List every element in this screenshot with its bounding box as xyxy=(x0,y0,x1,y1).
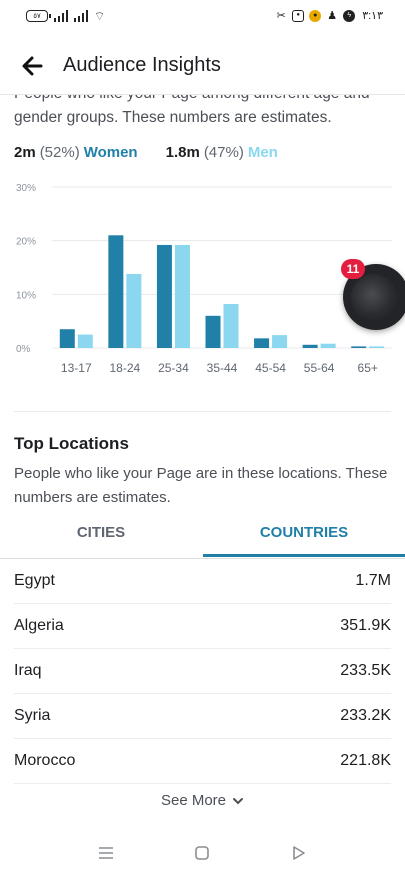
list-item: Iraq 233.5K xyxy=(14,649,391,694)
women-label: Women xyxy=(83,144,138,161)
system-nav-bar xyxy=(0,829,405,878)
location-name: Iraq xyxy=(14,662,42,679)
bar-men-65+[interactable] xyxy=(369,346,385,348)
location-name: Algeria xyxy=(14,617,64,634)
location-name: Egypt xyxy=(14,572,55,589)
bar-women-65+[interactable] xyxy=(351,346,367,348)
arrow-left-icon[interactable] xyxy=(14,48,50,84)
home-square-icon[interactable] xyxy=(192,843,212,863)
x-tick-label: 65+ xyxy=(358,361,378,375)
battery-icon: ٥٧ xyxy=(26,10,51,22)
intro-text: People who like your Page among differen… xyxy=(14,94,370,126)
location-value: 233.2K xyxy=(340,707,391,724)
women-count: 2m xyxy=(14,144,36,161)
x-tick-label: 45-54 xyxy=(255,361,286,375)
men-percent: (47%) xyxy=(203,144,244,161)
bar-men-25-34[interactable] xyxy=(174,244,190,348)
bar-women-13-17[interactable] xyxy=(59,329,75,348)
location-value: 351.9K xyxy=(340,617,391,634)
status-left: ٥٧ ⌔ xyxy=(26,10,105,22)
bar-women-18-24[interactable] xyxy=(108,235,124,348)
bar-women-55-64[interactable] xyxy=(302,344,318,348)
x-tick-label: 13-17 xyxy=(61,361,92,375)
app-header: Audience Insights xyxy=(0,34,405,95)
page-title: Audience Insights xyxy=(63,54,221,76)
signal-icon xyxy=(74,10,88,22)
y-tick-label: 20% xyxy=(16,237,36,248)
scissors-icon: ✂ xyxy=(276,9,286,22)
location-name: Morocco xyxy=(14,752,76,769)
x-tick-label: 55-64 xyxy=(304,361,335,375)
instagram-icon: ● xyxy=(292,9,305,22)
location-tabs: CITIES COUNTRIES xyxy=(0,514,405,559)
y-tick-label: 10% xyxy=(16,290,36,301)
location-value: 221.8K xyxy=(340,752,391,769)
x-tick-label: 25-34 xyxy=(158,361,189,375)
back-button[interactable] xyxy=(14,48,50,84)
women-percent: (52%) xyxy=(39,144,80,161)
men-label: Men xyxy=(247,144,278,161)
top-locations-title: Top Locations xyxy=(14,434,129,453)
bar-women-45-54[interactable] xyxy=(254,338,270,348)
tab-countries[interactable]: COUNTRIES xyxy=(203,514,405,557)
see-more-label: See More xyxy=(160,792,227,809)
list-item: Algeria 351.9K xyxy=(14,604,391,649)
divider xyxy=(14,411,391,412)
bar-men-45-54[interactable] xyxy=(272,335,288,348)
chevron-down-icon xyxy=(232,793,244,810)
y-tick-label: 0% xyxy=(16,344,31,355)
y-tick-label: 30% xyxy=(16,183,36,194)
messenger-icon: ϟ xyxy=(343,9,356,22)
bar-women-35-44[interactable] xyxy=(205,315,221,348)
bar-men-18-24[interactable] xyxy=(126,273,142,348)
avatar xyxy=(351,274,397,320)
men-count: 1.8m xyxy=(165,144,200,161)
top-locations-description: People who like your Page are in these l… xyxy=(14,465,388,506)
unread-badge: 11 xyxy=(341,259,365,279)
location-name: Syria xyxy=(14,707,51,724)
wifi-icon: ⌔ xyxy=(94,9,106,23)
clock: ٣:١٣ xyxy=(362,10,383,22)
status-right: ✂ ● ● ♟ ϟ ٣:١٣ xyxy=(275,9,383,22)
bar-women-25-34[interactable] xyxy=(156,244,172,348)
gender-summary: 2m (52%) Women 1.8m (47%) Men xyxy=(14,144,278,161)
location-value: 1.7M xyxy=(355,572,391,589)
bar-men-55-64[interactable] xyxy=(320,343,336,348)
bar-men-13-17[interactable] xyxy=(77,334,93,348)
tab-cities[interactable]: CITIES xyxy=(0,514,202,556)
list-item: Egypt 1.7M xyxy=(14,559,391,604)
x-tick-label: 18-24 xyxy=(110,361,141,375)
content-scroll[interactable]: People who like your Page among differen… xyxy=(0,94,405,829)
list-item: Syria 233.2K xyxy=(14,694,391,739)
facebook-icon: ♟ xyxy=(327,9,338,22)
x-tick-label: 35-44 xyxy=(207,361,238,375)
yellow-app-icon: ● xyxy=(309,9,322,22)
bar-men-35-44[interactable] xyxy=(223,303,239,348)
see-more-button[interactable]: See More xyxy=(0,792,405,810)
list-item: Morocco 221.8K xyxy=(14,739,391,784)
signal-icon xyxy=(54,10,68,22)
menu-icon[interactable] xyxy=(96,843,116,863)
back-triangle-icon[interactable] xyxy=(288,843,308,863)
age-gender-chart: 0% 10% 20% 30% 13-17 18-24 25-34 35-44 45-54 55-6… xyxy=(16,183,392,375)
status-bar: ٥٧ ⌔ ✂ ● ● ♟ ϟ ٣:١٣ xyxy=(0,0,405,34)
locations-list: Egypt 1.7M Algeria 351.9K Iraq 233.5K Sy… xyxy=(0,559,405,784)
location-value: 233.5K xyxy=(340,662,391,679)
